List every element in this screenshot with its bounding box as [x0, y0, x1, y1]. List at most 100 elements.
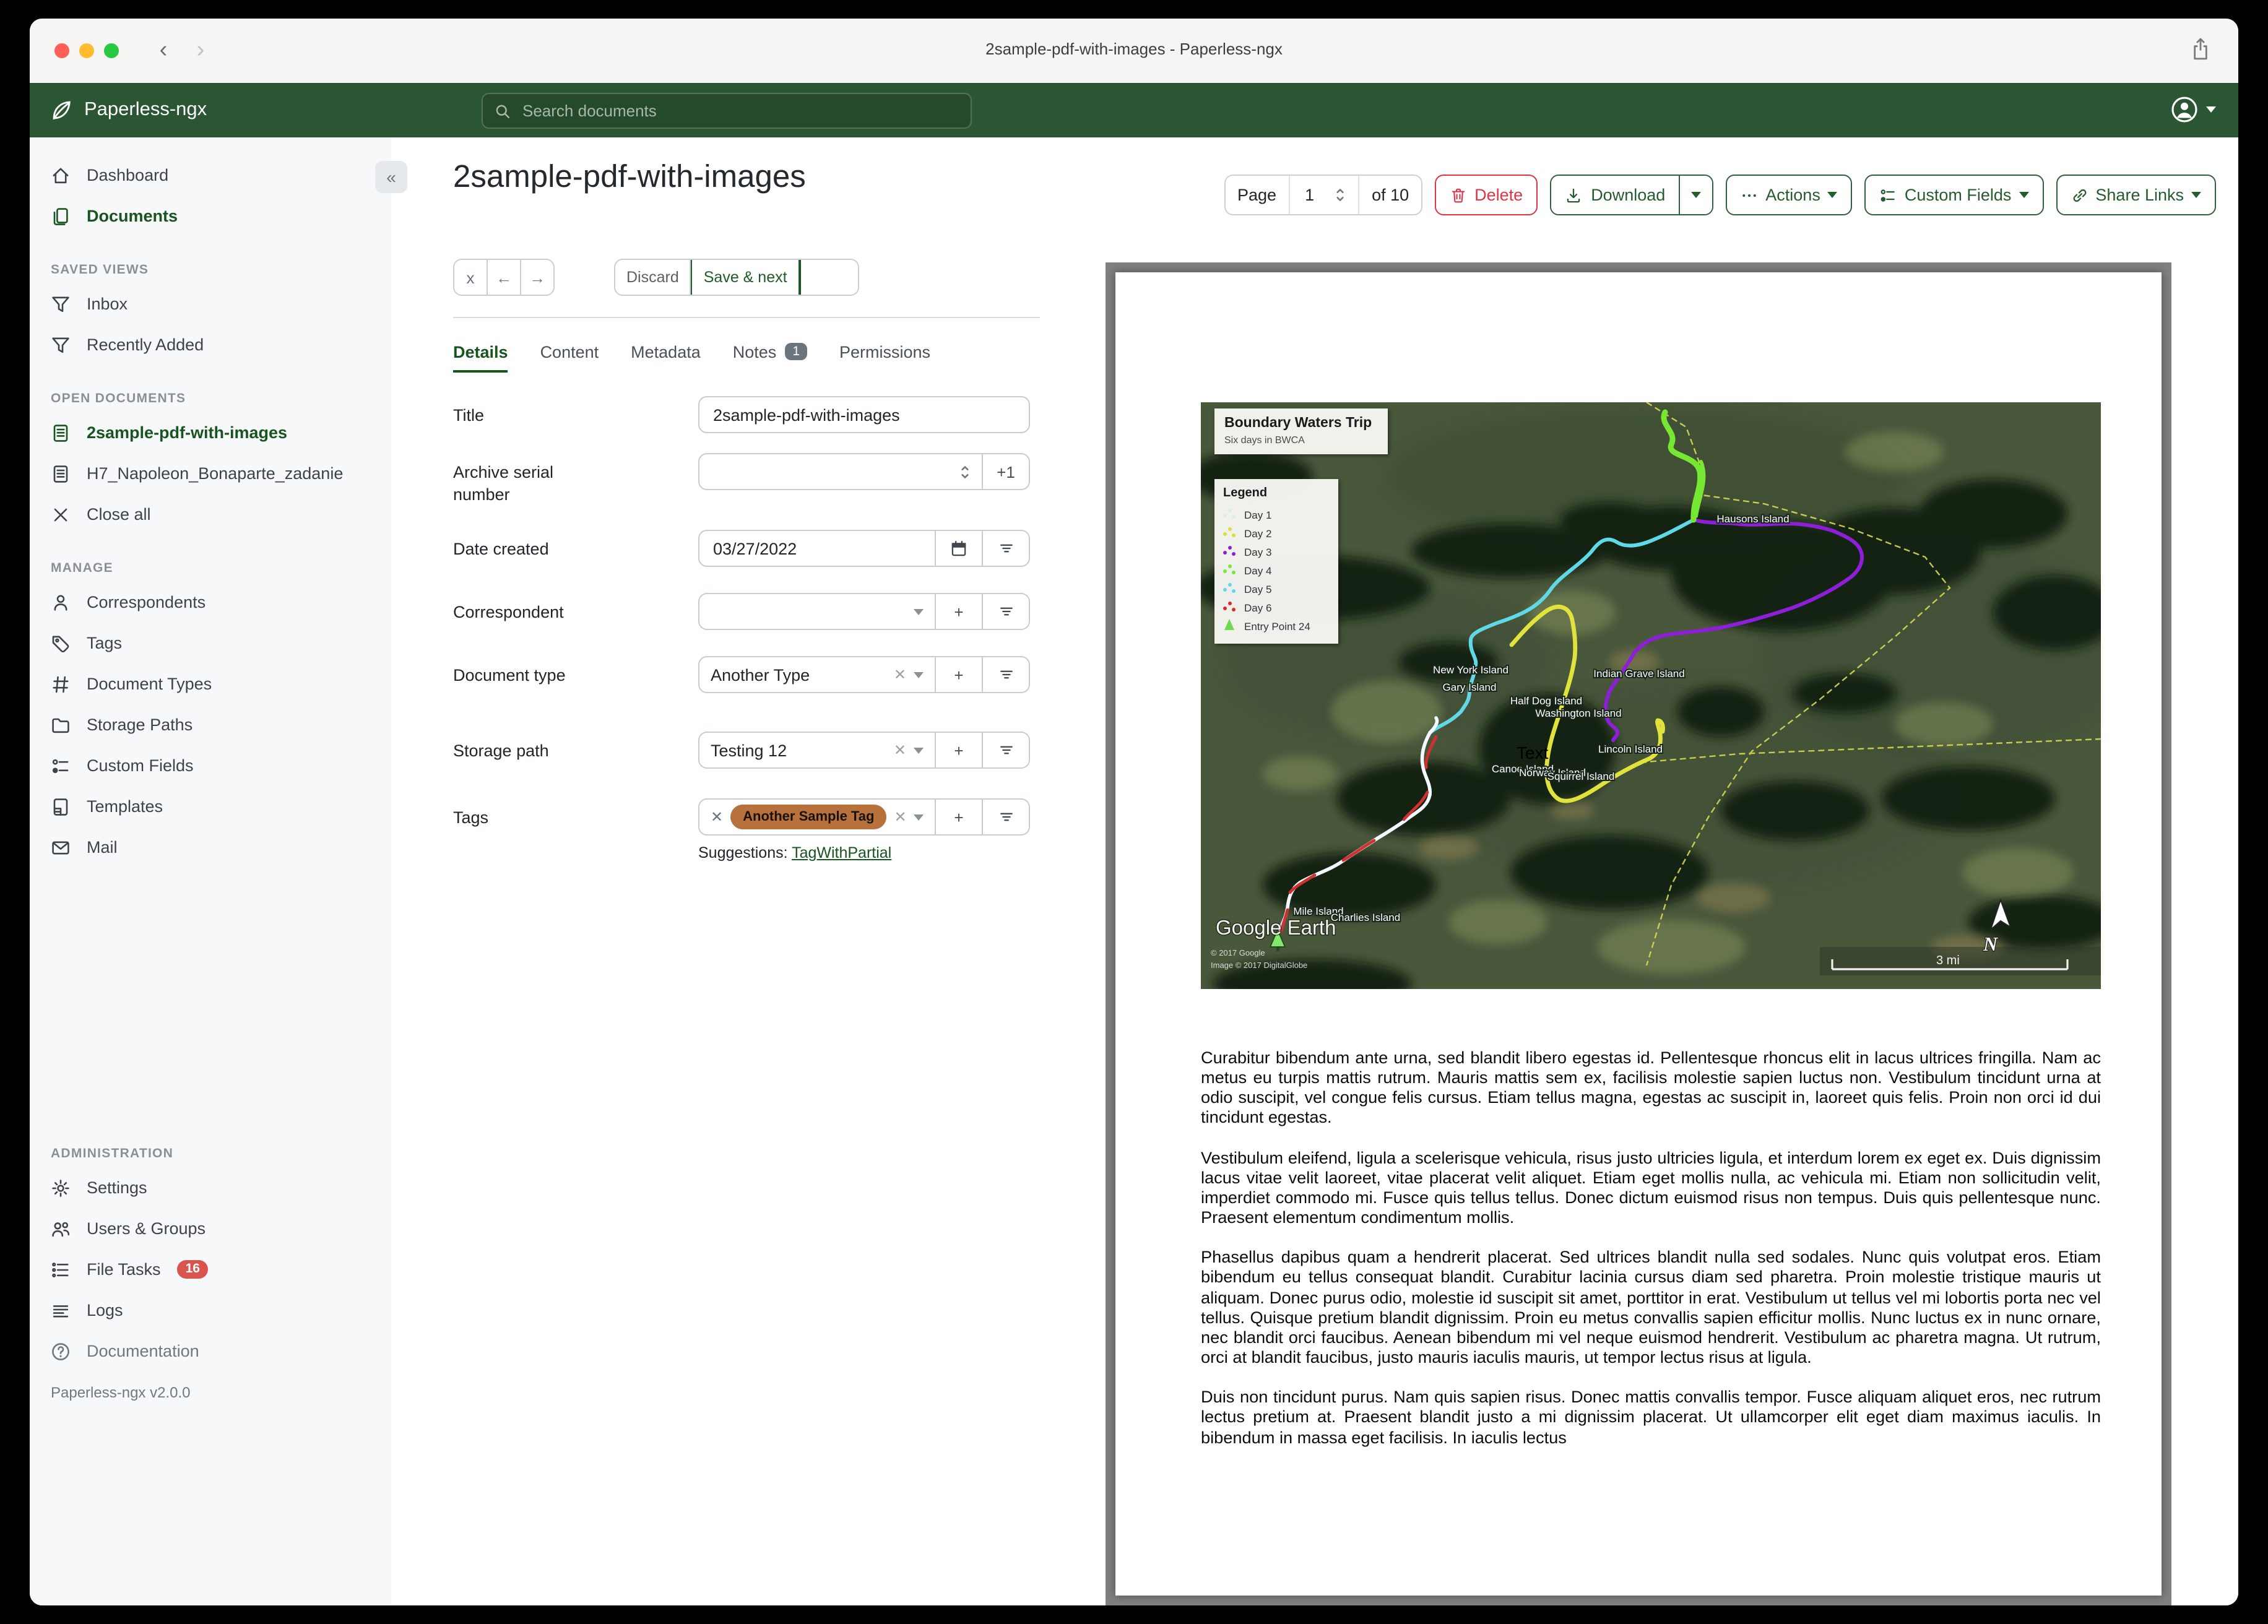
chevron-down-icon[interactable] — [914, 608, 924, 615]
download-options-button[interactable] — [1679, 176, 1713, 214]
stepper-icon[interactable] — [959, 462, 971, 481]
download-button[interactable]: Download — [1551, 176, 1679, 214]
correspondent-select[interactable] — [698, 593, 936, 630]
search-input[interactable] — [520, 100, 959, 121]
sidebar-item-settings[interactable]: Settings — [30, 1167, 391, 1208]
sidebar-item-label: Inbox — [87, 295, 128, 313]
share-icon[interactable] — [2190, 37, 2211, 68]
document-type-filter-button[interactable] — [983, 656, 1030, 693]
sidebar-item-label: Documentation — [87, 1342, 199, 1360]
tags-select[interactable]: ✕ Another Sample Tag ✕ — [698, 798, 936, 836]
delete-button[interactable]: Delete — [1435, 175, 1538, 215]
stepper-icon[interactable] — [1335, 186, 1346, 204]
island-label: Lincoln Island — [1598, 743, 1663, 755]
add-storage-path-button[interactable]: + — [936, 732, 983, 769]
tab-notes[interactable]: Notes 1 — [733, 333, 807, 370]
custom-fields-button[interactable]: Custom Fields — [1864, 175, 2044, 215]
map-credit: © 2017 Google — [1211, 948, 1265, 957]
sidebar-item-recently-added[interactable]: Recently Added — [30, 324, 391, 365]
sidebar-item-file-tasks[interactable]: File Tasks 16 — [30, 1249, 391, 1290]
app-version: Paperless-ngx v2.0.0 — [51, 1384, 191, 1401]
download-label: Download — [1591, 186, 1666, 204]
tab-metadata[interactable]: Metadata — [631, 333, 701, 370]
app-brand[interactable]: Paperless-ngx — [50, 83, 207, 137]
save-and-next-button[interactable]: Save & next — [691, 260, 800, 295]
sidebar-item-h7-napoleon-bonaparte-zadanie[interactable]: H7_Napoleon_Bonaparte_zadanie — [30, 453, 391, 494]
sidebar-item-documents[interactable]: Documents — [30, 196, 391, 236]
file-text-icon — [51, 464, 71, 483]
share-links-button[interactable]: Share Links — [2056, 175, 2216, 215]
sidebar-heading-administration: ADMINISTRATION — [51, 1146, 174, 1161]
mail-icon — [51, 837, 71, 857]
remove-tag-icon[interactable]: ✕ — [711, 808, 723, 826]
tags-filter-button[interactable] — [983, 798, 1030, 836]
correspondent-filter-button[interactable] — [983, 593, 1030, 630]
page-number-input[interactable] — [1302, 184, 1328, 205]
next-document-button[interactable]: → — [521, 260, 553, 295]
calendar-button[interactable] — [936, 530, 983, 567]
date-created-input[interactable] — [711, 538, 924, 559]
hash-icon — [51, 674, 71, 694]
map-scale-label: 3 mi — [1936, 954, 1960, 967]
asn-plus-one-button[interactable]: +1 — [983, 453, 1030, 490]
chevron-down-icon — [1691, 192, 1702, 198]
date-filter-button[interactable] — [983, 530, 1030, 567]
storage-path-select[interactable]: Testing 12 ✕ — [698, 732, 936, 769]
pdf-viewer-frame[interactable]: Hausons Island New York Island Gary Island… — [1106, 262, 2171, 1605]
add-tag-button[interactable]: + — [936, 798, 983, 836]
chevron-down-icon[interactable] — [914, 672, 924, 678]
app-brand-label: Paperless-ngx — [84, 99, 207, 120]
sidebar-item-logs[interactable]: Logs — [30, 1290, 391, 1331]
tab-content[interactable]: Content — [540, 333, 599, 370]
question-icon — [51, 1341, 71, 1361]
chevron-down-icon[interactable] — [914, 814, 924, 820]
island-label: Gary Island — [1443, 681, 1497, 693]
sidebar-item-inbox[interactable]: Inbox — [30, 283, 391, 324]
filter-lines-icon — [997, 666, 1015, 683]
sidebar-item-mail[interactable]: Mail — [30, 827, 391, 868]
actions-button[interactable]: Actions — [1726, 175, 1853, 215]
document-type-select[interactable]: Another Type ✕ — [698, 656, 936, 693]
suggestion-link[interactable]: TagWithPartial — [792, 844, 891, 862]
discard-button[interactable]: Discard — [615, 260, 691, 295]
previous-document-button[interactable]: ← — [488, 260, 521, 295]
sidebar-item-documentation[interactable]: Documentation — [30, 1331, 391, 1371]
sidebar-collapse-button[interactable]: « — [375, 161, 407, 193]
close-document-button[interactable]: x — [454, 260, 488, 295]
user-menu[interactable] — [2170, 95, 2216, 124]
sidebar-item-2sample-pdf-with-images[interactable]: 2sample-pdf-with-images — [30, 412, 391, 453]
page-number-cell — [1289, 176, 1360, 214]
clear-icon[interactable]: ✕ — [894, 666, 906, 683]
map-title: Boundary Waters Trip — [1224, 416, 1372, 431]
sidebar-item-correspondents[interactable]: Correspondents — [30, 582, 391, 623]
filter-lines-icon — [997, 808, 1015, 826]
clear-icon[interactable]: ✕ — [894, 808, 906, 826]
add-document-type-button[interactable]: + — [936, 656, 983, 693]
storage-path-filter-button[interactable] — [983, 732, 1030, 769]
legend-item-label: Day 3 — [1244, 545, 1272, 558]
tab-details[interactable]: Details — [453, 333, 509, 373]
chevron-down-icon[interactable] — [914, 747, 924, 753]
sidebar-item-custom-fields[interactable]: Custom Fields — [30, 745, 391, 786]
filter-icon — [51, 294, 71, 314]
title-label: Title — [453, 406, 485, 425]
legend-item-day-3: Day 3 — [1223, 542, 1330, 561]
add-correspondent-button[interactable]: + — [936, 593, 983, 630]
title-input[interactable] — [711, 404, 1018, 425]
sidebar-item-tags[interactable]: Tags — [30, 623, 391, 663]
save-button[interactable]: Save — [799, 260, 859, 295]
global-search[interactable] — [482, 93, 972, 129]
sidebar-item-label: Recently Added — [87, 335, 204, 354]
sidebar-item-users-groups[interactable]: Users & Groups — [30, 1208, 391, 1249]
sidebar-item-storage-paths[interactable]: Storage Paths — [30, 704, 391, 745]
sidebar-item-close-all[interactable]: Close all — [30, 494, 391, 535]
dots-icon — [1741, 186, 1758, 204]
sidebar-item-label: File Tasks — [87, 1260, 161, 1279]
sidebar-item-templates[interactable]: Templates — [30, 786, 391, 827]
asn-input[interactable] — [711, 461, 952, 482]
clear-icon[interactable]: ✕ — [894, 741, 906, 759]
tab-permissions[interactable]: Permissions — [839, 333, 930, 370]
sidebar-item-dashboard[interactable]: Dashboard — [30, 155, 391, 196]
tag-chip[interactable]: Another Sample Tag — [730, 805, 887, 829]
sidebar-item-document-types[interactable]: Document Types — [30, 663, 391, 704]
